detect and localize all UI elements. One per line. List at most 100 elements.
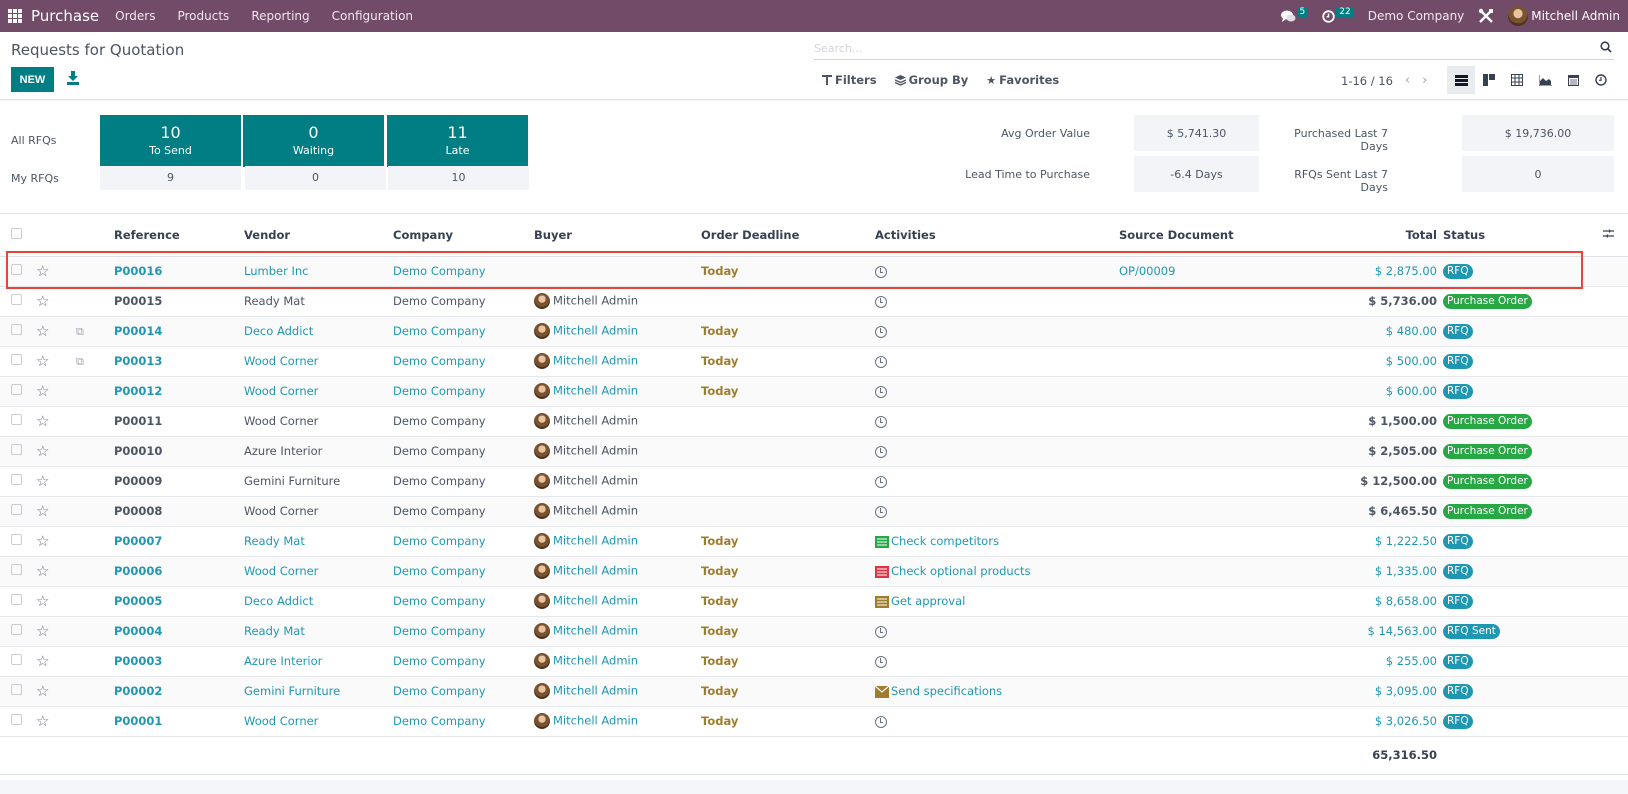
- cell-activities[interactable]: [875, 256, 1119, 287]
- activity-clock-icon[interactable]: [875, 505, 887, 518]
- todo-icon[interactable]: [875, 535, 889, 548]
- cell-activities[interactable]: [875, 706, 1119, 737]
- col-total[interactable]: Total: [1347, 214, 1443, 257]
- group-by-button[interactable]: Group By: [894, 73, 968, 87]
- priority-star-icon[interactable]: ☆: [36, 382, 49, 400]
- cell-activities[interactable]: Get approval: [875, 586, 1119, 617]
- col-order-deadline[interactable]: Order Deadline: [701, 214, 875, 257]
- activity-summary[interactable]: Check optional products: [891, 564, 1031, 578]
- activity-summary[interactable]: Get approval: [891, 594, 965, 608]
- col-buyer[interactable]: Buyer: [534, 214, 701, 257]
- table-row[interactable]: ☆ P00001 Wood Corner Demo Company Mitche…: [0, 706, 1628, 737]
- activity-clock-icon[interactable]: [875, 385, 887, 398]
- cell-activities[interactable]: [875, 616, 1119, 647]
- table-row[interactable]: ☆ P00004 Ready Mat Demo Company Mitchell…: [0, 616, 1628, 647]
- table-row[interactable]: ☆ P00002 Gemini Furniture Demo Company M…: [0, 676, 1628, 707]
- activities-button[interactable]: 22: [1322, 6, 1354, 23]
- cell-activities[interactable]: [875, 316, 1119, 347]
- activity-clock-icon[interactable]: [875, 655, 887, 668]
- table-row[interactable]: ☆ P00015 Ready Mat Demo Company Mitchell…: [0, 286, 1628, 317]
- priority-star-icon[interactable]: ☆: [36, 682, 49, 700]
- row-checkbox[interactable]: [11, 564, 22, 575]
- table-row[interactable]: ☆ P00012 Wood Corner Demo Company Mitche…: [0, 376, 1628, 407]
- search-icon[interactable]: [1600, 41, 1612, 53]
- cell-activities[interactable]: [875, 406, 1119, 437]
- row-checkbox[interactable]: [11, 324, 22, 335]
- messages-button[interactable]: 5: [1280, 6, 1309, 23]
- col-source-document[interactable]: Source Document: [1119, 214, 1347, 257]
- row-checkbox[interactable]: [11, 354, 22, 365]
- menu-reporting[interactable]: Reporting: [251, 9, 309, 23]
- cell-activities[interactable]: [875, 496, 1119, 527]
- tile-waiting[interactable]: 0 Waiting: [243, 115, 384, 167]
- menu-orders[interactable]: Orders: [115, 9, 155, 23]
- graph-view-button[interactable]: [1531, 66, 1559, 94]
- priority-star-icon[interactable]: ☆: [36, 622, 49, 640]
- table-row[interactable]: ☆ P00009 Gemini Furniture Demo Company M…: [0, 466, 1628, 497]
- priority-star-icon[interactable]: ☆: [36, 502, 49, 520]
- kanban-view-button[interactable]: [1475, 66, 1503, 94]
- priority-star-icon[interactable]: ☆: [36, 292, 49, 310]
- my-waiting[interactable]: 0: [245, 166, 386, 190]
- row-checkbox[interactable]: [11, 474, 22, 485]
- col-vendor[interactable]: Vendor: [244, 214, 393, 257]
- select-all-checkbox[interactable]: [11, 227, 22, 239]
- my-late[interactable]: 10: [388, 166, 529, 190]
- pager-value[interactable]: 1-16 / 16: [1341, 74, 1393, 88]
- todo-icon[interactable]: [875, 595, 889, 608]
- cell-activities[interactable]: Send specifications: [875, 676, 1119, 707]
- envelope-icon[interactable]: [875, 685, 890, 698]
- priority-star-icon[interactable]: ☆: [36, 712, 49, 730]
- table-row[interactable]: ☆ P00003 Azure Interior Demo Company Mit…: [0, 646, 1628, 677]
- row-checkbox[interactable]: [11, 384, 22, 395]
- search-input[interactable]: [814, 38, 1574, 58]
- table-row[interactable]: ☆ P00006 Wood Corner Demo Company Mitche…: [0, 556, 1628, 587]
- tile-late[interactable]: 11 Late: [387, 115, 528, 167]
- row-checkbox[interactable]: [11, 594, 22, 605]
- row-checkbox[interactable]: [11, 414, 22, 425]
- filters-button[interactable]: Filters: [822, 73, 877, 87]
- activity-clock-icon[interactable]: [875, 475, 887, 488]
- calendar-view-button[interactable]: [1559, 66, 1587, 94]
- cell-activities[interactable]: [875, 286, 1119, 317]
- row-checkbox[interactable]: [11, 294, 22, 305]
- table-row[interactable]: ☆ P00007 Ready Mat Demo Company Mitchell…: [0, 526, 1628, 557]
- optional-columns-icon[interactable]: [1603, 228, 1614, 239]
- table-row[interactable]: ☆ P00005 Deco Addict Demo Company Mitche…: [0, 586, 1628, 617]
- col-activities[interactable]: Activities: [875, 214, 1119, 257]
- activity-clock-icon[interactable]: [875, 415, 887, 428]
- pager-next-icon[interactable]: ›: [1422, 73, 1427, 88]
- col-status[interactable]: Status: [1443, 214, 1603, 257]
- company-switcher[interactable]: Demo Company: [1368, 9, 1465, 23]
- cell-activities[interactable]: [875, 376, 1119, 407]
- cell-activities[interactable]: [875, 466, 1119, 497]
- favorites-button[interactable]: ★ Favorites: [986, 73, 1059, 87]
- cell-activities[interactable]: [875, 346, 1119, 377]
- priority-star-icon[interactable]: ☆: [36, 652, 49, 670]
- priority-star-icon[interactable]: ☆: [36, 262, 49, 280]
- list-view-button[interactable]: [1447, 66, 1475, 94]
- menu-configuration[interactable]: Configuration: [332, 9, 413, 23]
- row-checkbox[interactable]: [11, 534, 22, 545]
- row-checkbox[interactable]: [11, 714, 22, 725]
- app-name[interactable]: Purchase: [31, 7, 99, 25]
- col-company[interactable]: Company: [393, 214, 534, 257]
- user-menu[interactable]: Mitchell Admin: [1508, 6, 1620, 26]
- row-checkbox[interactable]: [11, 654, 22, 665]
- pager-previous-icon[interactable]: ‹: [1405, 73, 1410, 88]
- debug-tools-button[interactable]: [1478, 8, 1494, 24]
- new-button[interactable]: NEW: [11, 67, 54, 92]
- priority-star-icon[interactable]: ☆: [36, 442, 49, 460]
- my-to-send[interactable]: 9: [100, 166, 241, 190]
- activity-clock-icon[interactable]: [875, 265, 887, 278]
- priority-star-icon[interactable]: ☆: [36, 352, 49, 370]
- activity-view-button[interactable]: [1587, 66, 1615, 94]
- row-checkbox[interactable]: [11, 444, 22, 455]
- priority-star-icon[interactable]: ☆: [36, 412, 49, 430]
- table-row[interactable]: ☆ P00008 Wood Corner Demo Company Mitche…: [0, 496, 1628, 527]
- row-checkbox[interactable]: [11, 264, 22, 275]
- cell-activities[interactable]: [875, 436, 1119, 467]
- row-checkbox[interactable]: [11, 624, 22, 635]
- row-checkbox[interactable]: [11, 684, 22, 695]
- table-row[interactable]: ☆ P00011 Wood Corner Demo Company Mitche…: [0, 406, 1628, 437]
